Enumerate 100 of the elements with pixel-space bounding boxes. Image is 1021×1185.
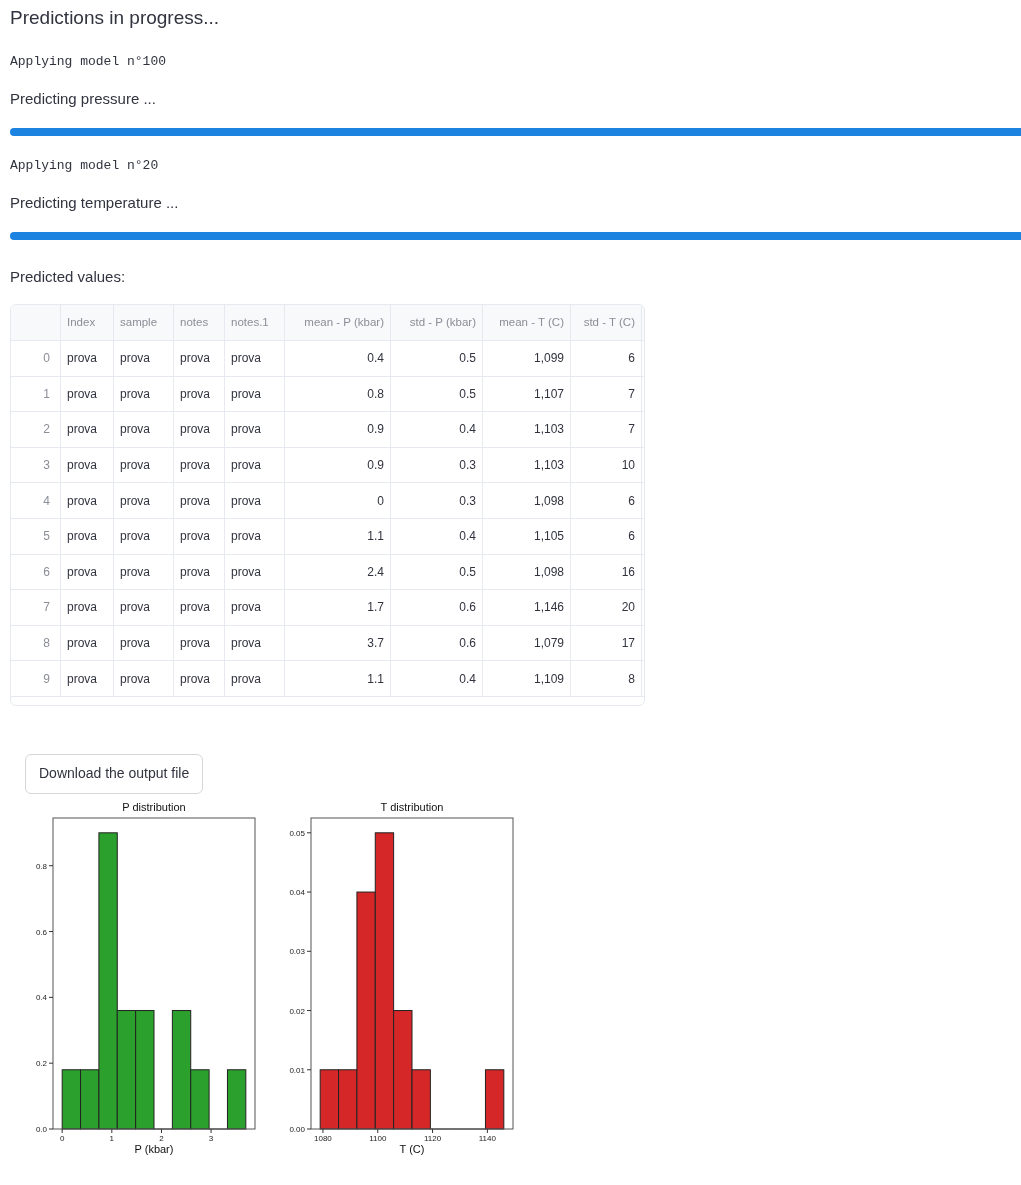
table-cell: prova xyxy=(61,376,114,412)
x-tick: 0 xyxy=(59,1128,65,1143)
table-cell: 0.4 xyxy=(391,412,483,447)
table-cell: prova xyxy=(174,341,225,376)
column-header: sample xyxy=(114,305,174,340)
download-button[interactable]: Download the output file xyxy=(25,753,204,794)
y-tick: 0.05 xyxy=(289,828,312,838)
table-cell: prova xyxy=(225,661,285,696)
table-cell: prova xyxy=(61,483,114,518)
table-cell: 1,103 xyxy=(483,447,571,483)
x-tick-label: 3 xyxy=(208,1133,214,1143)
y-tick: 0.00 xyxy=(289,1124,312,1134)
y-tick: 0.8 xyxy=(35,861,54,871)
table-cell: prova xyxy=(225,412,285,447)
y-tick-label: 0.6 xyxy=(35,927,48,937)
table-cell: 6 xyxy=(571,483,642,518)
table-cell: 1,103 xyxy=(483,412,571,447)
table-cell: 0.5 xyxy=(391,341,483,376)
table-cell: 0.6 xyxy=(391,625,483,661)
table-cell: 0.5 xyxy=(391,554,483,590)
table-cell: prova xyxy=(61,412,114,447)
y-tick: 0.2 xyxy=(35,1059,54,1069)
status-text: Predicting pressure ... xyxy=(10,89,157,109)
y-tick: 0.01 xyxy=(289,1065,312,1075)
x-tick: 1080 xyxy=(314,1128,332,1143)
table-cell: 0.5 xyxy=(391,376,483,412)
y-tick-label: 0.2 xyxy=(35,1059,48,1069)
table-cell: 0.4 xyxy=(391,661,483,696)
y-tick-label: 0.03 xyxy=(289,947,306,957)
x-tick: 1100 xyxy=(369,1128,387,1143)
table-cell: 0.6 xyxy=(391,590,483,625)
column-header: notes.1 xyxy=(225,305,285,340)
table-cell: prova xyxy=(61,447,114,483)
row-index: 9 xyxy=(11,661,61,696)
section-label: Predicted values: xyxy=(10,267,127,287)
table-cell: 6 xyxy=(571,518,642,554)
row-index: 6 xyxy=(11,554,61,590)
chart-title: T distribution xyxy=(380,800,444,813)
table-cell: prova xyxy=(225,518,285,554)
table-cell: 0.9 xyxy=(285,412,391,447)
table-cell: 7 xyxy=(571,412,642,447)
axis-label: P (kbar) xyxy=(134,1142,174,1155)
table-cell: prova xyxy=(61,554,114,590)
row-index: 1 xyxy=(11,376,61,412)
table-cell: 0.3 xyxy=(391,447,483,483)
row-index: 0 xyxy=(11,341,61,376)
table-cell: prova xyxy=(174,661,225,696)
chart-title: P distribution xyxy=(122,800,186,813)
histogram-bar xyxy=(61,1069,82,1130)
row-index: 7 xyxy=(11,590,61,625)
x-tick-label: 1140 xyxy=(478,1133,497,1143)
table-cell: prova xyxy=(174,590,225,625)
table-cell: prova xyxy=(114,554,174,590)
table-cell: prova xyxy=(225,625,285,661)
table-cell: prova xyxy=(174,518,225,554)
x-tick-label: 1080 xyxy=(314,1133,333,1143)
x-tick: 2 xyxy=(159,1128,164,1143)
status-text: Predicting temperature ... xyxy=(10,193,180,213)
column-header: mean - P (kbar) xyxy=(285,305,391,340)
table-cell: prova xyxy=(114,590,174,625)
table-cell: prova xyxy=(225,554,285,590)
table-cell: 16 xyxy=(571,554,642,590)
status-code: Applying model n°100 xyxy=(10,53,168,71)
table-cell: 20 xyxy=(571,590,642,625)
table-cell: 1,105 xyxy=(483,518,571,554)
table-cell: prova xyxy=(225,447,285,483)
y-tick-label: 0.04 xyxy=(289,887,306,897)
y-tick: 0.6 xyxy=(35,927,54,937)
row-index: 5 xyxy=(11,518,61,554)
x-tick: 3 xyxy=(208,1128,214,1143)
column-header: mean - T (C) xyxy=(483,305,571,340)
row-index: 2 xyxy=(11,412,61,447)
table-cell: prova xyxy=(114,661,174,696)
x-tick: 1 xyxy=(109,1128,115,1143)
table-cell: 8 xyxy=(571,661,642,696)
x-tick-label: 1 xyxy=(109,1133,115,1143)
table-cell: prova xyxy=(114,625,174,661)
table-cell: 6 xyxy=(571,341,642,376)
x-tick: 1120 xyxy=(423,1128,442,1143)
y-tick-label: 0.00 xyxy=(289,1124,306,1134)
table-cell: prova xyxy=(114,341,174,376)
column-header: Index xyxy=(61,305,114,340)
table-cell: 1,098 xyxy=(483,554,571,590)
table-cell: prova xyxy=(114,447,174,483)
table-cell: 1.7 xyxy=(285,590,391,625)
x-tick-label: 1120 xyxy=(423,1133,442,1143)
table-cell: 10 xyxy=(571,447,642,483)
column-header: std - T (C) xyxy=(571,305,642,340)
table-cell: prova xyxy=(114,518,174,554)
y-tick: 0.0 xyxy=(35,1124,54,1134)
table-cell: 1,079 xyxy=(483,625,571,661)
y-tick-label: 0.01 xyxy=(289,1065,306,1075)
row-index: 4 xyxy=(11,483,61,518)
table-cell: 1,109 xyxy=(483,661,571,696)
table-cell: 1.1 xyxy=(285,661,391,696)
table-cell: prova xyxy=(114,483,174,518)
table-cell: prova xyxy=(61,518,114,554)
table-cell: 1,146 xyxy=(483,590,571,625)
table-cell: prova xyxy=(61,625,114,661)
table-cell: 0.4 xyxy=(285,341,391,376)
